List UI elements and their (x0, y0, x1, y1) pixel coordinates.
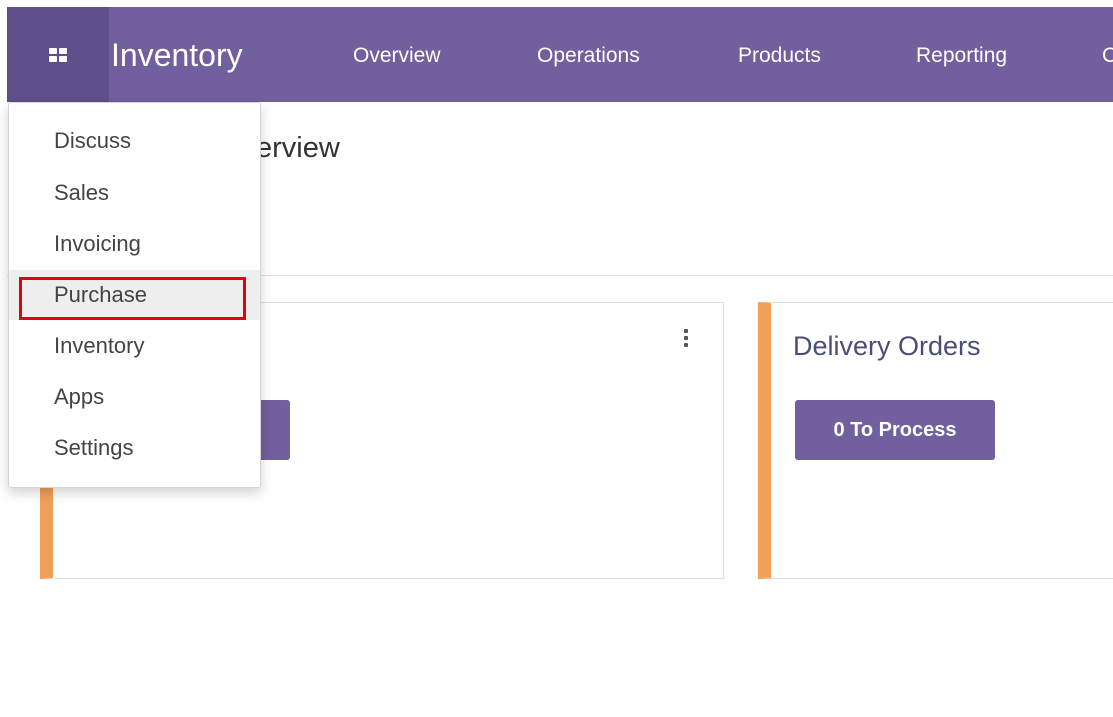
apps-menu-button[interactable] (7, 7, 109, 102)
apps-dropdown-menu: Discuss Sales Invoicing Purchase Invento… (8, 102, 261, 488)
nav-reporting[interactable]: Reporting (916, 45, 1007, 66)
menu-item-apps[interactable]: Apps (9, 372, 260, 422)
grid-icon (49, 47, 67, 62)
delivery-orders-card: Delivery Orders 0 To Process (758, 302, 1113, 579)
top-navbar: Inventory Overview Operations Products R… (7, 7, 1113, 102)
page-title: erview (256, 134, 340, 163)
card-title[interactable]: Delivery Orders (793, 331, 981, 362)
nav-configuration[interactable]: C (1102, 45, 1113, 66)
kebab-menu-icon[interactable] (684, 329, 689, 347)
menu-item-purchase[interactable]: Purchase (9, 270, 260, 320)
nav-products[interactable]: Products (738, 45, 821, 66)
menu-item-discuss[interactable]: Discuss (9, 116, 260, 166)
menu-item-settings[interactable]: Settings (9, 423, 260, 473)
to-process-button[interactable]: 0 To Process (795, 400, 995, 460)
app-brand[interactable]: Inventory (111, 39, 243, 71)
inventory-overview-page: Inventory Overview Operations Products R… (0, 0, 1113, 717)
menu-item-invoicing[interactable]: Invoicing (9, 219, 260, 269)
nav-overview[interactable]: Overview (353, 45, 441, 66)
nav-operations[interactable]: Operations (537, 45, 640, 66)
menu-item-sales[interactable]: Sales (9, 168, 260, 218)
menu-item-inventory[interactable]: Inventory (9, 321, 260, 371)
